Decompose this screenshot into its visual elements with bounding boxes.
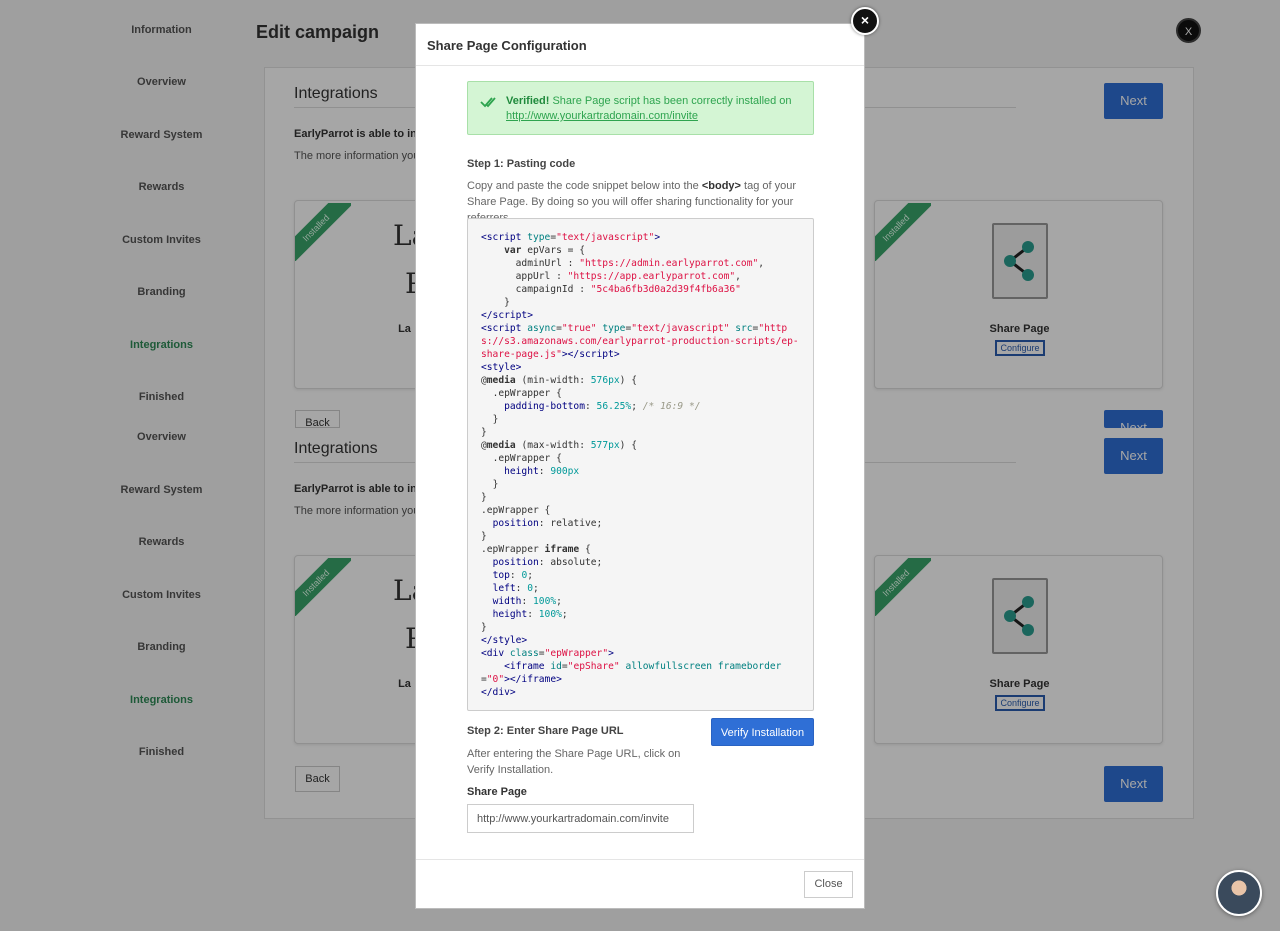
close-icon[interactable]: × (851, 7, 879, 35)
app-url-value: "https://app.earlyparrot.com" (567, 271, 736, 282)
double-check-icon (480, 97, 496, 108)
step2-desc: After entering the Share Page URL, click… (467, 748, 681, 776)
modal-title: Share Page Configuration (416, 24, 864, 66)
alert-message: Verified! Share Page script has been cor… (506, 95, 792, 107)
share-page-config-modal: Share Page Configuration Verified! Share… (415, 23, 865, 909)
share-page-url-input[interactable] (467, 804, 694, 833)
verified-alert: Verified! Share Page script has been cor… (467, 81, 814, 135)
campaign-id-value: "5c4ba6fb3d0a2d39f4fb6a36" (590, 284, 741, 295)
step2-title: Step 2: Enter Share Page URL (467, 725, 624, 737)
close-button[interactable]: Close (804, 871, 853, 898)
support-chat-avatar[interactable] (1216, 870, 1262, 916)
share-page-label: Share Page (467, 786, 527, 798)
verify-installation-button[interactable]: Verify Installation (711, 718, 814, 746)
modal-footer: Close (416, 859, 864, 909)
admin-url-value: "https://admin.earlyparrot.com" (579, 258, 759, 269)
code-snippet[interactable]: <script type="text/javascript"> var epVa… (467, 218, 814, 711)
verified-url-link[interactable]: http://www.yourkartradomain.com/invite (506, 110, 698, 122)
step1-title: Step 1: Pasting code (467, 158, 576, 170)
